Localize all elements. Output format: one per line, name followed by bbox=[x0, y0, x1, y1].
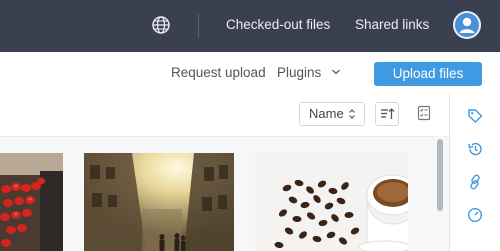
sunlit-alley-image bbox=[84, 153, 234, 251]
action-bar: Request upload Plugins Upload files bbox=[0, 52, 500, 95]
file-thumbnail[interactable] bbox=[0, 153, 63, 251]
link-icon[interactable] bbox=[467, 174, 483, 190]
clock-icon[interactable] bbox=[467, 207, 483, 223]
sort-select[interactable]: Name bbox=[299, 102, 365, 126]
scrollbar-thumb[interactable] bbox=[437, 139, 443, 211]
file-thumbnail[interactable] bbox=[255, 153, 408, 251]
checked-out-files-link[interactable]: Checked-out files bbox=[226, 17, 330, 32]
file-thumbnail[interactable] bbox=[84, 153, 234, 251]
details-sidebar bbox=[449, 94, 500, 251]
coffee-beans-image bbox=[255, 153, 408, 251]
sort-direction-button[interactable] bbox=[375, 102, 399, 126]
history-icon[interactable] bbox=[467, 141, 483, 157]
select-list-icon[interactable] bbox=[416, 105, 432, 121]
globe-icon[interactable] bbox=[151, 15, 171, 35]
request-upload-button[interactable]: Request upload bbox=[171, 65, 266, 80]
sort-direction-icon bbox=[381, 108, 395, 119]
lantern-street-image bbox=[0, 153, 63, 251]
shared-links-link[interactable]: Shared links bbox=[355, 17, 429, 32]
plugins-menu[interactable]: Plugins bbox=[277, 65, 321, 80]
user-avatar-icon[interactable] bbox=[453, 11, 481, 39]
upload-files-button[interactable]: Upload files bbox=[374, 62, 482, 86]
top-header: Checked-out files Shared links bbox=[0, 0, 500, 52]
sort-select-value: Name bbox=[309, 106, 344, 121]
content-toolbar: Name bbox=[0, 94, 449, 137]
tag-icon[interactable] bbox=[467, 108, 483, 124]
chevron-down-icon[interactable] bbox=[331, 67, 341, 77]
header-divider bbox=[198, 14, 199, 38]
updown-arrow-icon bbox=[349, 109, 355, 119]
